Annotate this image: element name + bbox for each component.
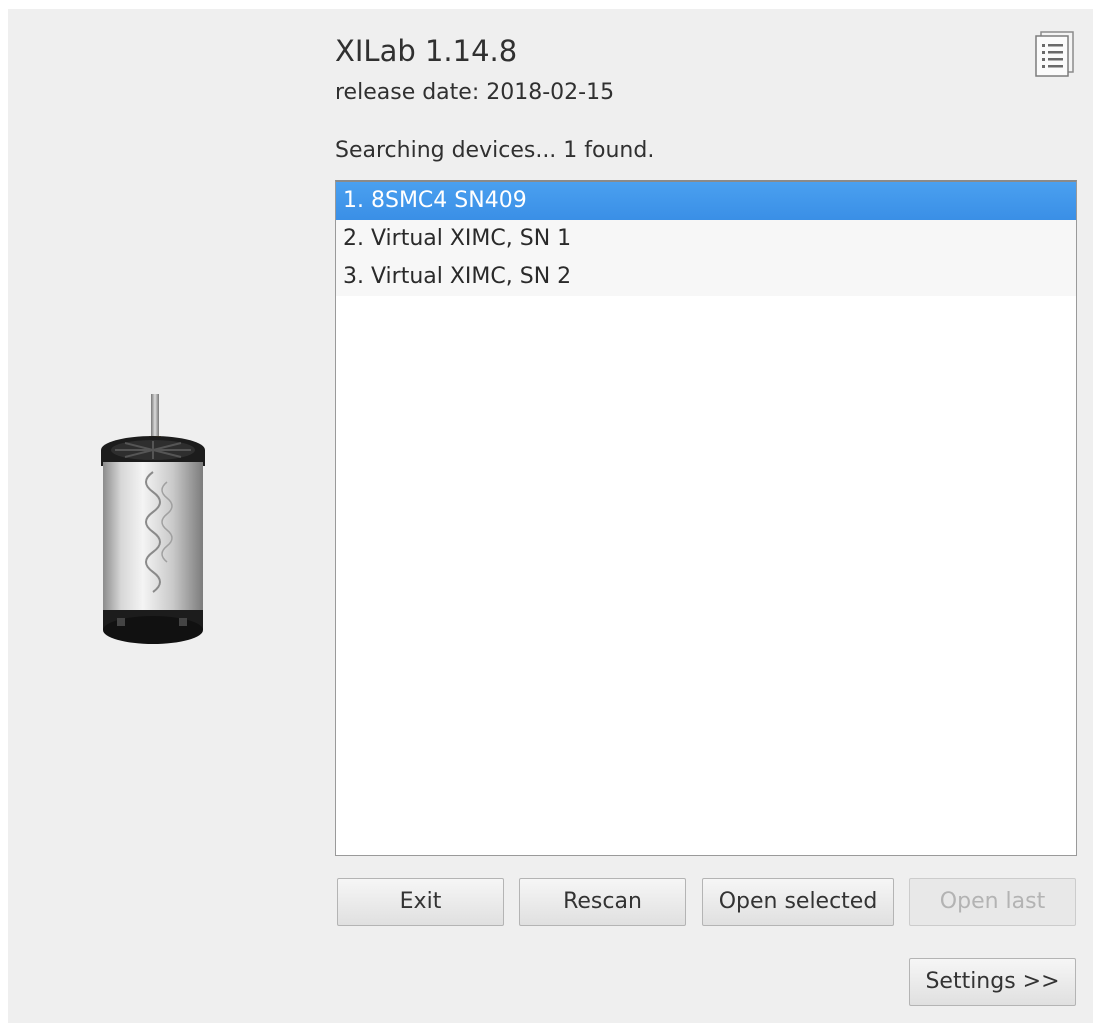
release-date: release date: 2018-02-15 — [335, 80, 615, 105]
app-title: XILab 1.14.8 — [335, 34, 518, 68]
search-status: Searching devices... 1 found. — [335, 138, 655, 163]
device-list-item[interactable]: 3. Virtual XIMC, SN 2 — [336, 258, 1076, 296]
motor-image — [95, 392, 210, 650]
release-notes-icon[interactable] — [1033, 31, 1075, 77]
rescan-button[interactable]: Rescan — [519, 878, 686, 926]
device-list-item[interactable]: 2. Virtual XIMC, SN 1 — [336, 220, 1076, 258]
open-last-button[interactable]: Open last — [909, 878, 1076, 926]
device-list-item[interactable]: 1. 8SMC4 SN409 — [336, 182, 1076, 220]
open-selected-button[interactable]: Open selected — [702, 878, 894, 926]
settings-button[interactable]: Settings >> — [909, 958, 1076, 1006]
device-list[interactable]: 1. 8SMC4 SN409 2. Virtual XIMC, SN 1 3. … — [335, 180, 1077, 856]
exit-button[interactable]: Exit — [337, 878, 504, 926]
